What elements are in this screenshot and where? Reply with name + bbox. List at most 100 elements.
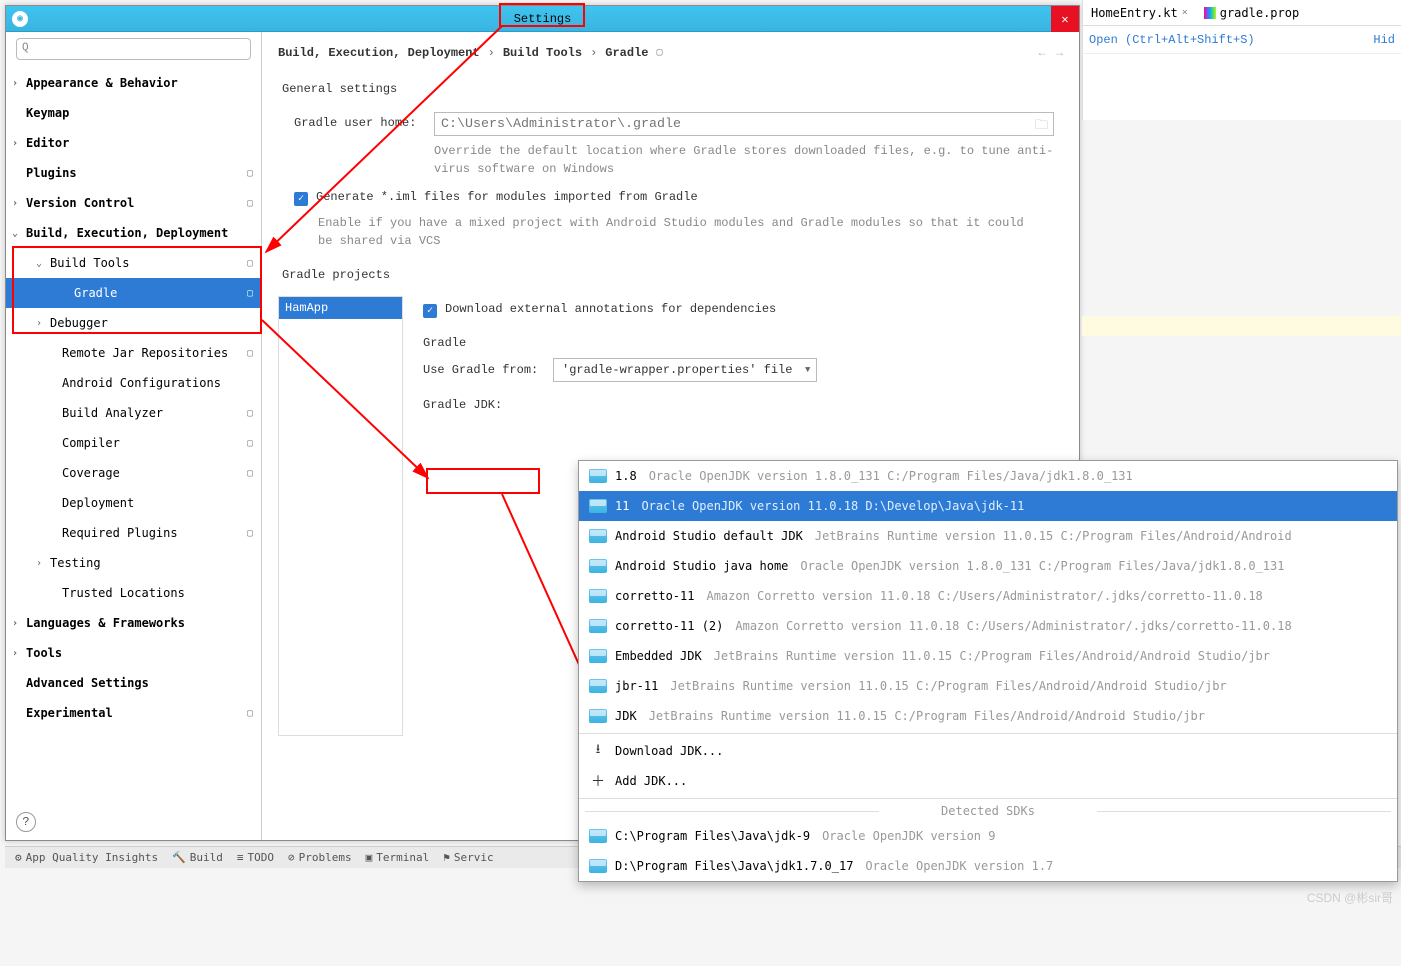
close-button[interactable]: ✕ [1051, 6, 1079, 32]
services-icon: ⚑ [443, 851, 450, 864]
window-title: Settings [514, 12, 572, 26]
gear-icon: ▢ [656, 47, 662, 59]
jdk-option[interactable]: Android Studio default JDKJetBrains Runt… [579, 521, 1397, 551]
nav-tools[interactable]: ›Tools [6, 638, 261, 668]
help-button[interactable]: ? [16, 812, 36, 832]
jdk-icon [589, 499, 607, 513]
gear-icon: ▢ [247, 168, 253, 179]
detected-jdk-option[interactable]: C:\Program Files\Java\jdk-9Oracle OpenJD… [579, 821, 1397, 851]
nav-gradle[interactable]: Gradle▢ [6, 278, 261, 308]
download-annotations-label: Download external annotations for depend… [445, 302, 776, 316]
gear-icon: ▢ [247, 408, 253, 419]
folder-icon[interactable]: 🗀 [1035, 116, 1048, 138]
nav-build-tools[interactable]: ⌄Build Tools▢ [6, 248, 261, 278]
nav-remote-jar[interactable]: Remote Jar Repositories▢ [6, 338, 261, 368]
highlight-stripe [1082, 316, 1401, 336]
gear-icon: ▢ [247, 288, 253, 299]
tool-todo[interactable]: ≡TODO [237, 851, 274, 864]
nav-experimental[interactable]: Experimental▢ [6, 698, 261, 728]
jdk-option[interactable]: jbr-11JetBrains Runtime version 11.0.15 … [579, 671, 1397, 701]
nav-editor[interactable]: ›Editor [6, 128, 261, 158]
open-link[interactable]: Open (Ctrl+Alt+Shift+S) [1089, 33, 1255, 47]
close-icon[interactable]: × [1182, 7, 1188, 18]
jdk-icon [589, 679, 607, 693]
nav-appearance[interactable]: ›Appearance & Behavior [6, 68, 261, 98]
use-gradle-from-label: Use Gradle from: [423, 363, 543, 377]
nav-debugger[interactable]: ›Debugger [6, 308, 261, 338]
back-arrow-icon[interactable]: ← [1039, 46, 1046, 60]
jdk-option[interactable]: JDKJetBrains Runtime version 11.0.15 C:/… [579, 701, 1397, 731]
detected-jdk-option[interactable]: D:\Program Files\Java\jdk1.7.0_17Oracle … [579, 851, 1397, 881]
forward-arrow-icon[interactable]: → [1056, 46, 1063, 60]
search-input[interactable] [16, 38, 251, 60]
hide-link[interactable]: Hid [1373, 33, 1395, 47]
gear-icon: ▢ [247, 708, 253, 719]
use-gradle-from-dropdown[interactable]: 'gradle-wrapper.properties' file ▼ [553, 358, 817, 382]
project-list: HamApp [278, 296, 403, 736]
breadcrumb: Build, Execution, Deployment› Build Tool… [278, 46, 1063, 60]
gradle-user-home-input[interactable] [434, 112, 1054, 136]
jdk-icon [589, 829, 607, 843]
jdk-icon [589, 469, 607, 483]
file-icon [1204, 7, 1216, 19]
download-icon: ⭳ [589, 740, 607, 762]
generate-iml-hint: Enable if you have a mixed project with … [318, 214, 1038, 250]
gradle-subsection: Gradle [423, 336, 1063, 350]
download-annotations-checkbox[interactable]: ✓ [423, 304, 437, 318]
editor-strip: HomeEntry.kt× gradle.prop Open (Ctrl+Alt… [1082, 0, 1401, 120]
generate-iml-checkbox[interactable]: ✓ [294, 192, 308, 206]
nav-tree: ›Appearance & Behavior Keymap ›Editor Pl… [6, 68, 261, 806]
plus-icon: ＋ [589, 771, 607, 791]
nav-required-plugins[interactable]: Required Plugins▢ [6, 518, 261, 548]
jdk-icon [589, 649, 607, 663]
jdk-icon [589, 529, 607, 543]
tool-build[interactable]: 🔨Build [172, 851, 223, 864]
project-item[interactable]: HamApp [279, 297, 402, 319]
jdk-icon [589, 559, 607, 573]
list-icon: ≡ [237, 851, 244, 864]
nav-advanced-settings[interactable]: Advanced Settings [6, 668, 261, 698]
generate-iml-label: Generate *.iml files for modules importe… [316, 190, 698, 204]
tool-app-quality-insights[interactable]: ⚙App Quality Insights [15, 851, 158, 864]
jdk-option[interactable]: 1.8Oracle OpenJDK version 1.8.0_131 C:/P… [579, 461, 1397, 491]
tool-terminal[interactable]: ▣Terminal [366, 851, 430, 864]
add-jdk-option[interactable]: ＋Add JDK... [579, 766, 1397, 796]
nav-keymap[interactable]: Keymap [6, 98, 261, 128]
watermark: CSDN @彬sir哥 [1307, 889, 1393, 906]
jdk-icon [589, 709, 607, 723]
jdk-option[interactable]: corretto-11 (2)Amazon Corretto version 1… [579, 611, 1397, 641]
jdk-option[interactable]: Android Studio java homeOracle OpenJDK v… [579, 551, 1397, 581]
nav-build-execution-deployment[interactable]: ⌄Build, Execution, Deployment [6, 218, 261, 248]
jdk-icon [589, 589, 607, 603]
nav-coverage[interactable]: Coverage▢ [6, 458, 261, 488]
jdk-icon [589, 859, 607, 873]
download-jdk-option[interactable]: ⭳Download JDK... [579, 736, 1397, 766]
nav-build-analyzer[interactable]: Build Analyzer▢ [6, 398, 261, 428]
tab-gradle-properties[interactable]: gradle.prop [1196, 0, 1307, 25]
editor-tabs: HomeEntry.kt× gradle.prop [1083, 0, 1401, 26]
nav-version-control[interactable]: ›Version Control▢ [6, 188, 261, 218]
detected-sdks-heading: Detected SDKs [579, 801, 1397, 821]
jdk-icon [589, 619, 607, 633]
tool-services[interactable]: ⚑Servic [443, 851, 493, 864]
general-heading: General settings [282, 82, 1063, 96]
jdk-option-selected[interactable]: 11Oracle OpenJDK version 11.0.18 D:\Deve… [579, 491, 1397, 521]
insights-icon: ⚙ [15, 851, 22, 864]
nav-plugins[interactable]: Plugins▢ [6, 158, 261, 188]
nav-testing[interactable]: ›Testing [6, 548, 261, 578]
editor-banner: Open (Ctrl+Alt+Shift+S) Hid [1083, 26, 1401, 54]
gradle-user-home-label: Gradle user home: [294, 112, 424, 130]
nav-deployment[interactable]: Deployment [6, 488, 261, 518]
app-icon: ◉ [12, 11, 28, 27]
tool-problems[interactable]: ⊘Problems [288, 851, 352, 864]
gear-icon: ▢ [247, 198, 253, 209]
nav-languages-frameworks[interactable]: ›Languages & Frameworks [6, 608, 261, 638]
gear-icon: ▢ [247, 258, 253, 269]
jdk-option[interactable]: Embedded JDKJetBrains Runtime version 11… [579, 641, 1397, 671]
nav-trusted-locations[interactable]: Trusted Locations [6, 578, 261, 608]
tab-home-entry[interactable]: HomeEntry.kt× [1083, 0, 1196, 25]
titlebar: ◉ Settings ✕ [6, 6, 1079, 32]
jdk-option[interactable]: corretto-11Amazon Corretto version 11.0.… [579, 581, 1397, 611]
nav-compiler[interactable]: Compiler▢ [6, 428, 261, 458]
nav-android-configurations[interactable]: Android Configurations [6, 368, 261, 398]
